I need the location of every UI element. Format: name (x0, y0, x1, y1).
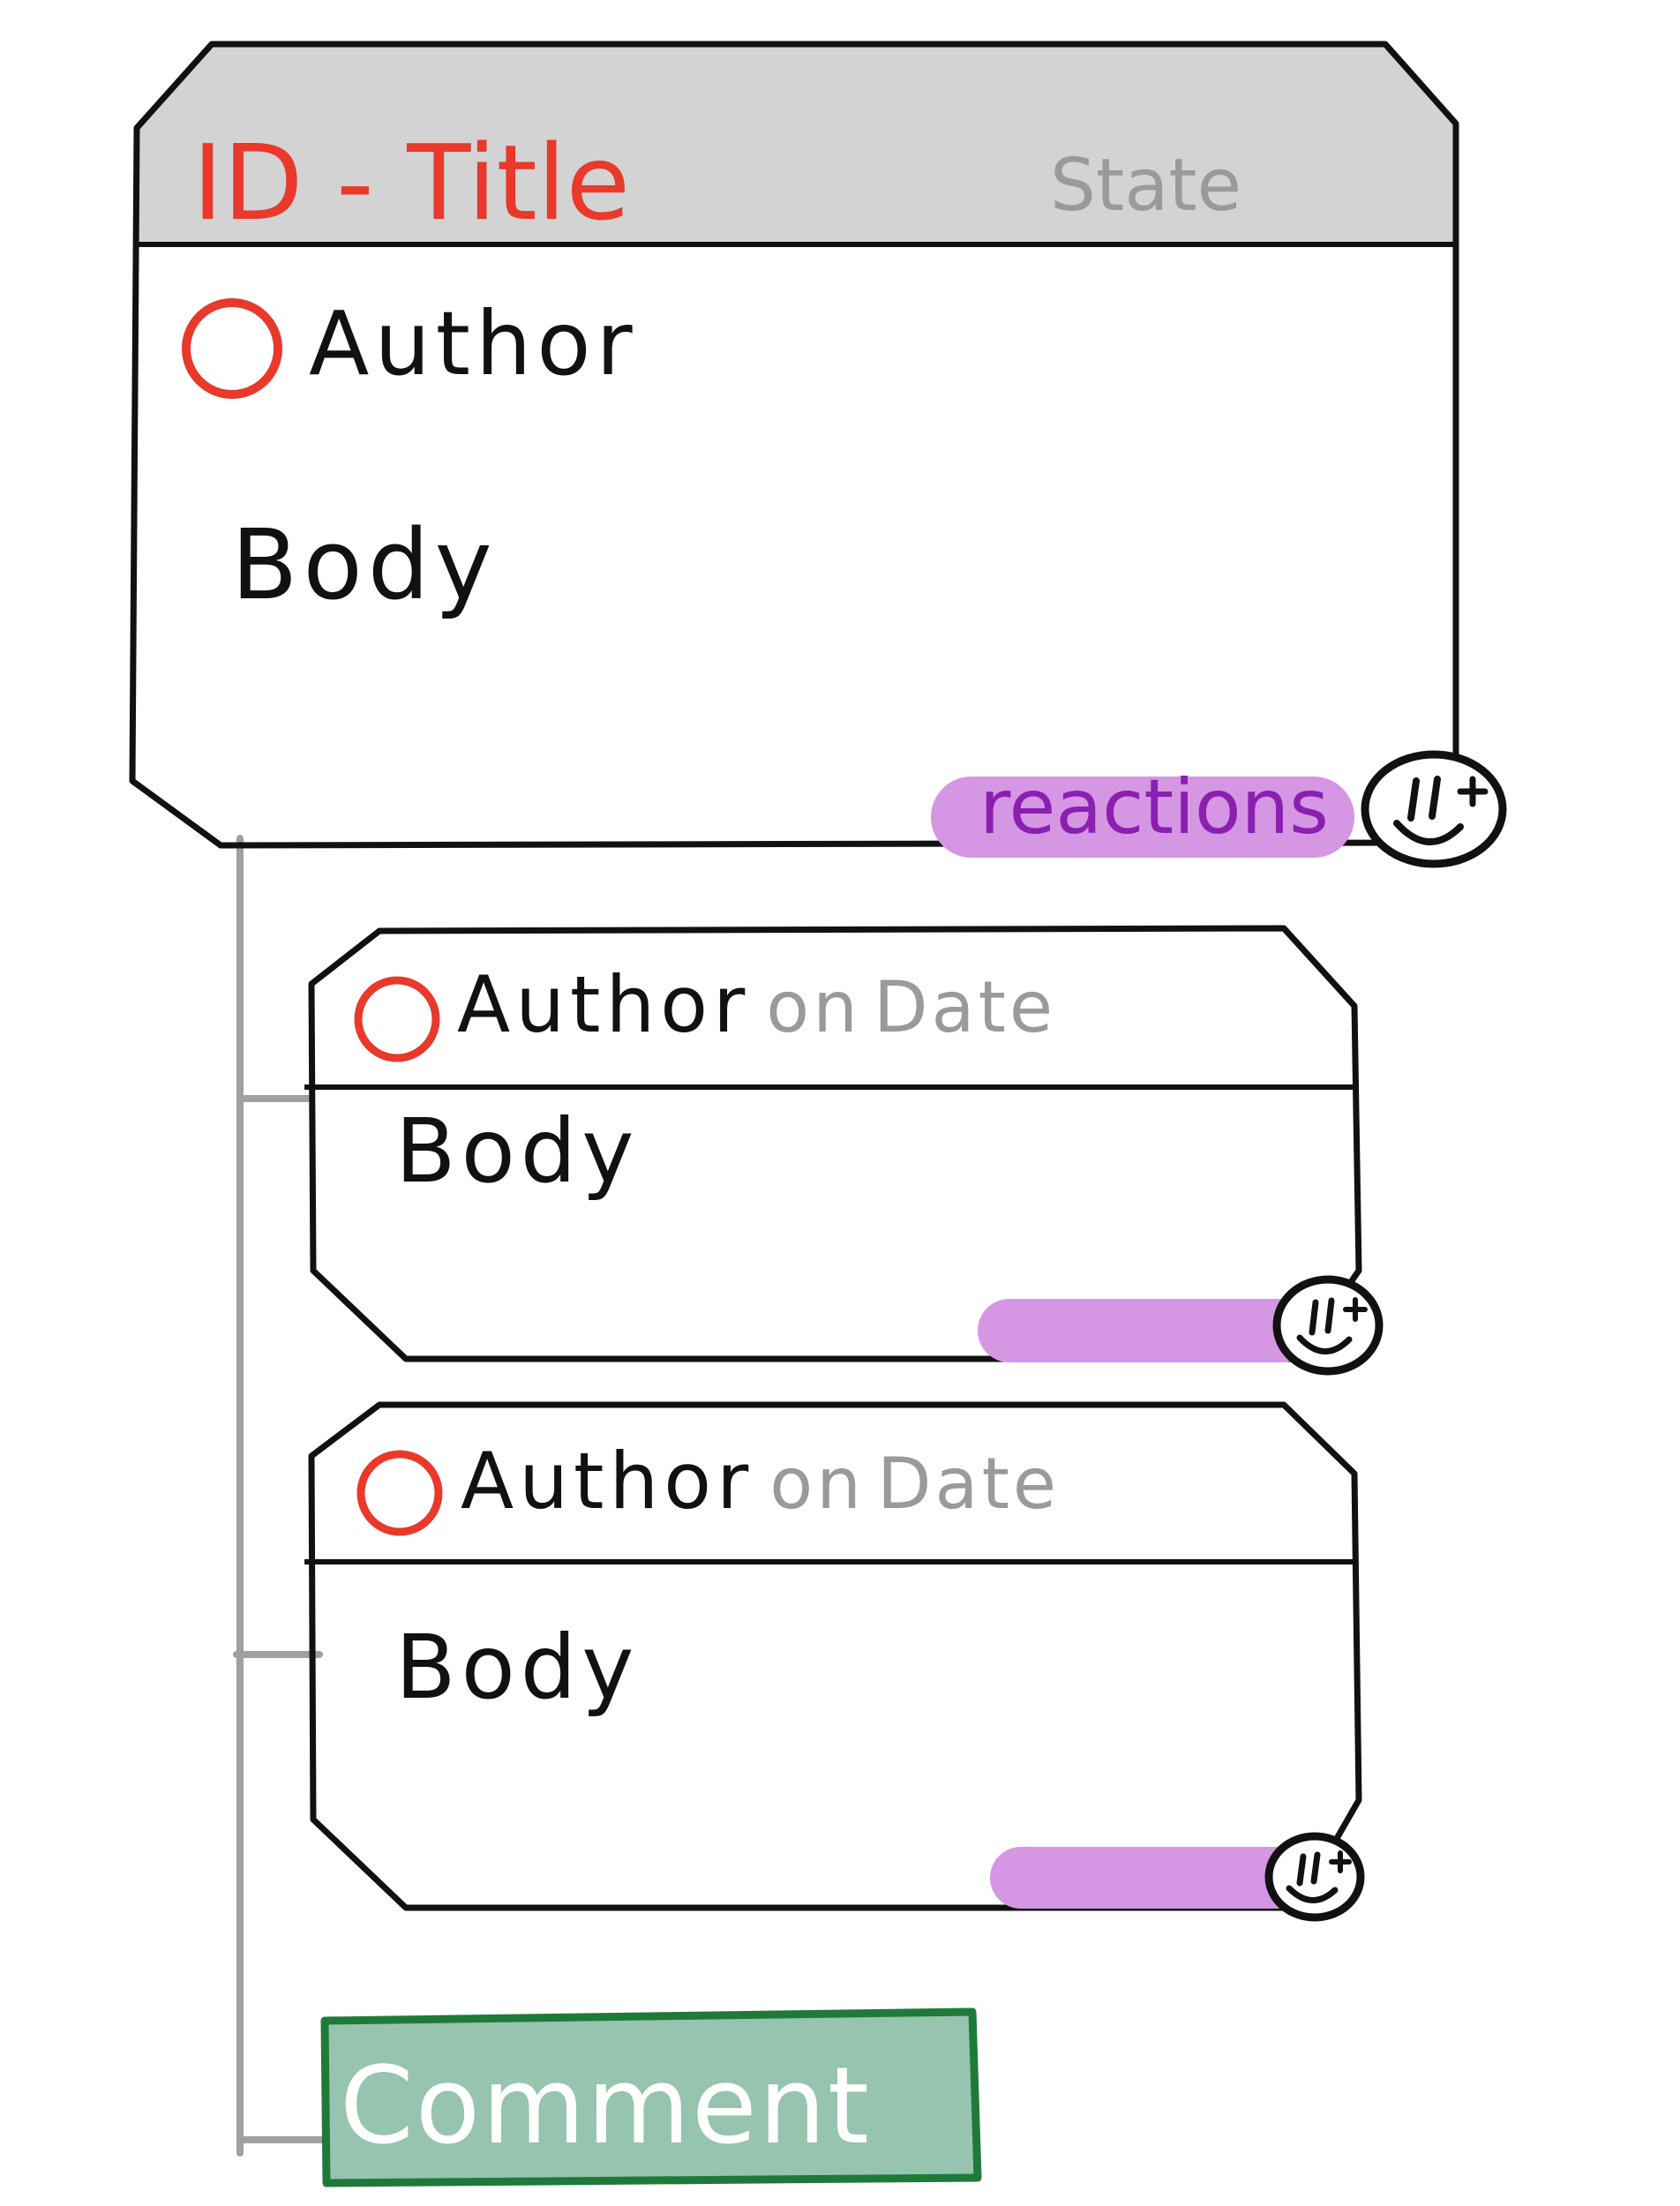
issue-body: Body (231, 508, 498, 621)
comment-2-date: Date (876, 1443, 1061, 1525)
issue-reactions-label[interactable]: reactions (979, 769, 1329, 845)
comment-2-author-avatar-icon[interactable] (351, 1444, 448, 1542)
comment-1-body: Body (395, 1099, 640, 1203)
smiley-plus-icon[interactable] (1257, 1828, 1372, 1925)
smiley-plus-icon[interactable] (1354, 746, 1513, 874)
comment-2-on: on (769, 1443, 865, 1525)
comment-1-header: Author on Date (457, 966, 1056, 1044)
comment-1-on: on (766, 966, 861, 1048)
issue-state: State (1050, 144, 1242, 228)
comment-1-author[interactable]: Author (457, 959, 750, 1050)
issue-author-avatar-icon[interactable] (175, 291, 289, 406)
comment-1-author-avatar-icon[interactable] (349, 971, 446, 1068)
issue-thread-sketch: ID - Title State Author Body reactions A… (0, 0, 1680, 2206)
comment-button-label: Comment (340, 2045, 871, 2168)
comment-1-date: Date (873, 966, 1057, 1048)
comment-2-author[interactable]: Author (461, 1436, 754, 1527)
smiley-plus-icon[interactable] (1266, 1271, 1390, 1381)
issue-author[interactable]: Author (309, 300, 638, 388)
comment-2-header: Author on Date (461, 1443, 1060, 1520)
comment-2-body: Body (395, 1616, 640, 1719)
issue-id-title[interactable]: ID - Title (192, 131, 630, 235)
